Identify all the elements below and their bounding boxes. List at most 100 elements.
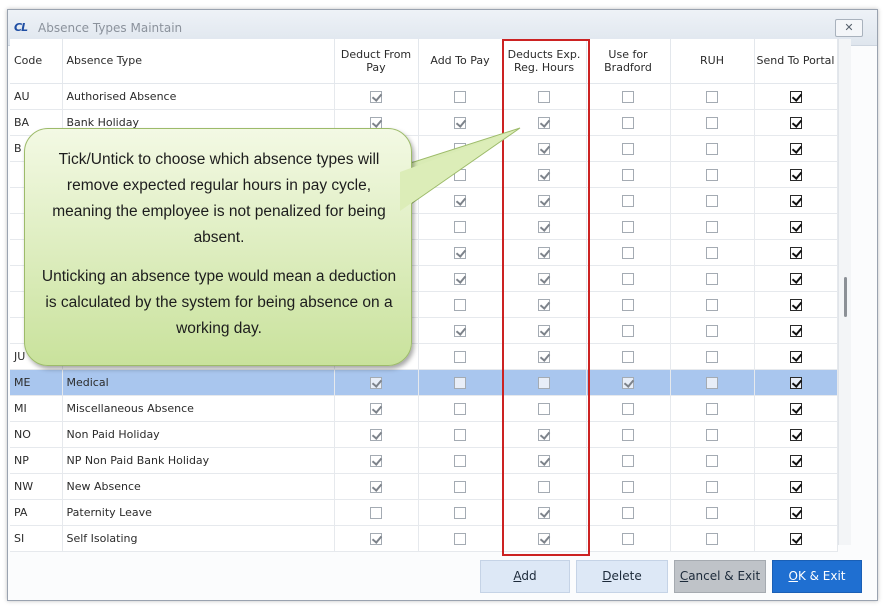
close-button[interactable]: ✕ xyxy=(835,19,863,37)
checkbox-use-for-bradford[interactable] xyxy=(622,142,634,155)
checkbox-add-to-pay[interactable] xyxy=(454,350,466,363)
checkbox-use-for-bradford[interactable] xyxy=(622,454,634,467)
checkbox-deducts-exp-reg-hours[interactable] xyxy=(538,532,550,545)
checkbox-deducts-exp-reg-hours[interactable] xyxy=(538,90,550,103)
checkbox-ruh[interactable] xyxy=(706,220,718,233)
table-row[interactable]: ME Medical xyxy=(10,369,838,396)
checkbox-ruh[interactable] xyxy=(706,324,718,337)
checkbox-add-to-pay[interactable] xyxy=(454,116,466,129)
checkbox-use-for-bradford[interactable] xyxy=(622,428,634,441)
checkbox-use-for-bradford[interactable] xyxy=(622,298,634,311)
checkbox-ruh[interactable] xyxy=(706,350,718,363)
column-header[interactable]: Deduct From Pay xyxy=(334,39,419,84)
checkbox-add-to-pay[interactable] xyxy=(454,402,466,415)
checkbox-ruh[interactable] xyxy=(706,246,718,259)
ok-exit-button[interactable]: OK & Exit xyxy=(772,560,862,593)
checkbox-deducts-exp-reg-hours[interactable] xyxy=(538,246,550,259)
column-header[interactable]: Add To Pay xyxy=(418,39,503,84)
checkbox-deducts-exp-reg-hours[interactable] xyxy=(538,506,550,519)
checkbox-deducts-exp-reg-hours[interactable] xyxy=(538,324,550,337)
checkbox-ruh[interactable] xyxy=(706,116,718,129)
checkbox-deducts-exp-reg-hours[interactable] xyxy=(538,298,550,311)
checkbox-use-for-bradford[interactable] xyxy=(622,168,634,181)
checkbox-deduct-from-pay[interactable] xyxy=(370,480,382,493)
checkbox-ruh[interactable] xyxy=(706,272,718,285)
table-row[interactable]: SI Self Isolating xyxy=(10,525,838,552)
table-row[interactable]: AU Authorised Absence xyxy=(10,83,838,110)
checkbox-send-to-portal[interactable] xyxy=(789,350,802,363)
checkbox-deduct-from-pay[interactable] xyxy=(370,116,382,129)
column-header[interactable]: RUH xyxy=(670,39,755,84)
checkbox-send-to-portal[interactable] xyxy=(789,402,802,415)
checkbox-send-to-portal[interactable] xyxy=(789,454,802,467)
checkbox-ruh[interactable] xyxy=(706,168,718,181)
checkbox-use-for-bradford[interactable] xyxy=(622,480,634,493)
checkbox-use-for-bradford[interactable] xyxy=(622,506,634,519)
vertical-scrollbar[interactable] xyxy=(838,39,851,545)
checkbox-ruh[interactable] xyxy=(706,194,718,207)
checkbox-ruh[interactable] xyxy=(706,454,718,467)
checkbox-send-to-portal[interactable] xyxy=(789,142,802,155)
table-row[interactable]: NW New Absence xyxy=(10,473,838,500)
table-row[interactable]: NP NP Non Paid Bank Holiday xyxy=(10,447,838,474)
checkbox-use-for-bradford[interactable] xyxy=(622,194,634,207)
checkbox-use-for-bradford[interactable] xyxy=(622,532,634,545)
checkbox-deduct-from-pay[interactable] xyxy=(370,454,382,467)
checkbox-use-for-bradford[interactable] xyxy=(622,402,634,415)
checkbox-send-to-portal[interactable] xyxy=(789,246,802,259)
checkbox-send-to-portal[interactable] xyxy=(789,376,802,389)
checkbox-ruh[interactable] xyxy=(706,90,718,103)
column-header[interactable]: Absence Type xyxy=(62,39,335,84)
checkbox-add-to-pay[interactable] xyxy=(454,480,466,493)
checkbox-add-to-pay[interactable] xyxy=(454,298,466,311)
checkbox-deducts-exp-reg-hours[interactable] xyxy=(538,454,550,467)
checkbox-deducts-exp-reg-hours[interactable] xyxy=(538,142,550,155)
checkbox-use-for-bradford[interactable] xyxy=(622,324,634,337)
checkbox-add-to-pay[interactable] xyxy=(454,506,466,519)
checkbox-deducts-exp-reg-hours[interactable] xyxy=(538,168,550,181)
table-row[interactable]: MI Miscellaneous Absence xyxy=(10,395,838,422)
checkbox-send-to-portal[interactable] xyxy=(789,194,802,207)
checkbox-add-to-pay[interactable] xyxy=(454,194,466,207)
checkbox-send-to-portal[interactable] xyxy=(789,298,802,311)
checkbox-deduct-from-pay[interactable] xyxy=(370,90,382,103)
checkbox-deducts-exp-reg-hours[interactable] xyxy=(538,350,550,363)
checkbox-ruh[interactable] xyxy=(706,506,718,519)
checkbox-deducts-exp-reg-hours[interactable] xyxy=(538,220,550,233)
checkbox-send-to-portal[interactable] xyxy=(789,506,802,519)
scrollbar-thumb[interactable] xyxy=(844,277,847,317)
checkbox-send-to-portal[interactable] xyxy=(789,532,802,545)
table-row[interactable]: NO Non Paid Holiday xyxy=(10,421,838,448)
checkbox-ruh[interactable] xyxy=(706,376,718,389)
checkbox-deducts-exp-reg-hours[interactable] xyxy=(538,402,550,415)
checkbox-ruh[interactable] xyxy=(706,480,718,493)
checkbox-add-to-pay[interactable] xyxy=(454,532,466,545)
checkbox-ruh[interactable] xyxy=(706,402,718,415)
checkbox-add-to-pay[interactable] xyxy=(454,272,466,285)
checkbox-use-for-bradford[interactable] xyxy=(622,350,634,363)
checkbox-send-to-portal[interactable] xyxy=(789,272,802,285)
checkbox-add-to-pay[interactable] xyxy=(454,376,466,389)
checkbox-deducts-exp-reg-hours[interactable] xyxy=(538,272,550,285)
checkbox-deduct-from-pay[interactable] xyxy=(370,532,382,545)
column-header[interactable]: Deducts Exp. Reg. Hours xyxy=(502,39,587,84)
add-button[interactable]: Add xyxy=(480,560,570,593)
checkbox-add-to-pay[interactable] xyxy=(454,220,466,233)
checkbox-add-to-pay[interactable] xyxy=(454,428,466,441)
checkbox-add-to-pay[interactable] xyxy=(454,246,466,259)
checkbox-use-for-bradford[interactable] xyxy=(622,376,634,389)
checkbox-deduct-from-pay[interactable] xyxy=(370,506,382,519)
checkbox-ruh[interactable] xyxy=(706,532,718,545)
checkbox-deducts-exp-reg-hours[interactable] xyxy=(538,428,550,441)
checkbox-ruh[interactable] xyxy=(706,298,718,311)
column-header[interactable]: Send To Portal xyxy=(754,39,838,84)
checkbox-use-for-bradford[interactable] xyxy=(622,116,634,129)
checkbox-deducts-exp-reg-hours[interactable] xyxy=(538,376,550,389)
checkbox-ruh[interactable] xyxy=(706,428,718,441)
checkbox-deducts-exp-reg-hours[interactable] xyxy=(538,116,550,129)
checkbox-send-to-portal[interactable] xyxy=(789,428,802,441)
checkbox-deduct-from-pay[interactable] xyxy=(370,428,382,441)
table-row[interactable]: PA Paternity Leave xyxy=(10,499,838,526)
checkbox-send-to-portal[interactable] xyxy=(789,480,802,493)
column-header[interactable]: Use for Bradford xyxy=(586,39,671,84)
